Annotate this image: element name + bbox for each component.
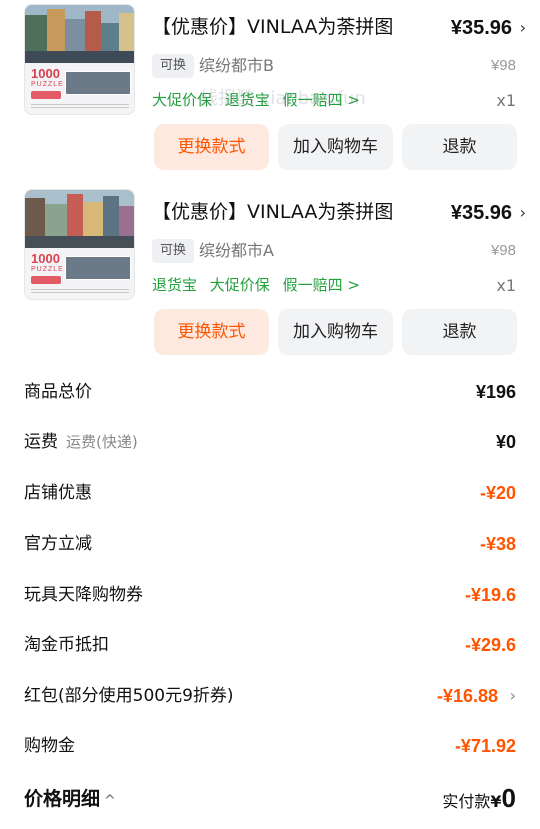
order-item-2: 1000 PUZZLE 【优惠价】VINLAA为荼拼图 ¥35.96 › 可换 … <box>0 185 540 370</box>
summary-row-official-discount: 官方立减 -¥38 <box>0 526 540 562</box>
original-price: ¥98 <box>490 57 516 74</box>
summary-row-shipping: 运费 运费(快递) ¥0 <box>0 424 540 460</box>
summary-row-toy-coupon: 玩具天降购物券 -¥19.6 <box>0 577 540 613</box>
refund-button[interactable]: 退款 <box>402 124 517 170</box>
refund-button[interactable]: 退款 <box>402 309 517 355</box>
thumb-count: 1000 <box>31 251 60 266</box>
summary-value: -¥29.6 <box>464 635 516 655</box>
product-thumbnail[interactable]: 1000 PUZZLE <box>24 4 135 115</box>
product-thumbnail[interactable]: 1000 PUZZLE <box>24 189 135 300</box>
summary-value: -¥19.6 <box>464 585 516 605</box>
summary-row-red-packet[interactable]: 红包(部分使用500元9折券) -¥16.88 › <box>0 678 540 714</box>
summary-value: -¥16.88 <box>436 686 498 706</box>
summary-row-shop-discount: 店铺优惠 -¥20 <box>0 475 540 511</box>
chevron-right-icon[interactable]: › <box>510 684 516 708</box>
product-title[interactable]: 【优惠价】VINLAA为荼拼图 <box>152 199 393 225</box>
summary-label: 玩具天降购物券 <box>24 585 143 605</box>
summary-label: 商品总价 <box>24 382 92 402</box>
thumb-tag <box>31 276 61 284</box>
change-style-button[interactable]: 更换款式 <box>154 309 269 355</box>
chevron-right-icon[interactable]: › <box>520 203 526 222</box>
actual-payment: 实付款¥0 <box>442 780 516 820</box>
thumb-strip <box>65 71 131 95</box>
service-tag: 大促价保 <box>209 276 270 294</box>
summary-value: -¥20 <box>479 483 516 503</box>
summary-value: ¥0 <box>495 432 516 452</box>
summary-value: ¥196 <box>475 382 516 402</box>
product-variant: 缤纷都市B <box>199 56 274 75</box>
thumb-strip <box>65 256 131 280</box>
quantity: x1 <box>496 276 516 295</box>
summary-row-taojinbi: 淘金币抵扣 -¥29.6 <box>0 627 540 663</box>
price-details-label: 价格明细 <box>24 788 101 810</box>
product-price: ¥35.96 <box>450 17 512 39</box>
product-title[interactable]: 【优惠价】VINLAA为荼拼图 <box>152 14 393 40</box>
service-tag: 退货宝 <box>152 276 198 294</box>
original-price: ¥98 <box>490 242 516 259</box>
product-price: ¥35.96 <box>450 202 512 224</box>
summary-label: 运费 <box>24 432 58 452</box>
thumb-puzzle-label: PUZZLE <box>31 81 64 88</box>
change-style-button[interactable]: 更换款式 <box>154 124 269 170</box>
thumb-puzzle-label: PUZZLE <box>31 266 64 273</box>
quantity: x1 <box>496 91 516 110</box>
thumb-tag <box>31 91 61 99</box>
thumb-info-bar <box>31 289 129 293</box>
cityscape-artwork <box>25 5 134 63</box>
summary-label: 红包(部分使用500元9折券) <box>24 686 234 706</box>
summary-label: 官方立减 <box>24 534 92 554</box>
chevron-up-icon: ^ <box>104 793 116 809</box>
thumb-info-bar <box>31 104 129 108</box>
summary-label: 淘金币抵扣 <box>24 635 109 655</box>
currency-symbol: ¥ <box>490 792 502 811</box>
service-tag: 假一赔四 > <box>282 276 360 294</box>
summary-value: -¥71.92 <box>454 736 516 756</box>
price-details-toggle[interactable]: 价格明细 ^ <box>24 784 116 816</box>
add-to-cart-button[interactable]: 加入购物车 <box>278 124 393 170</box>
service-tags[interactable]: 退货宝 大促价保 假一赔四 > <box>152 272 368 298</box>
swap-badge: 可换 <box>152 54 195 78</box>
actual-payment-amount: 0 <box>501 783 516 813</box>
add-to-cart-button[interactable]: 加入购物车 <box>278 309 393 355</box>
summary-label: 店铺优惠 <box>24 483 92 503</box>
summary-row-goods-total: 商品总价 ¥196 <box>0 374 540 410</box>
shipping-method: 运费(快递) <box>66 433 138 451</box>
summary-label-wrap: 运费 运费(快递) <box>24 428 138 456</box>
chevron-right-icon[interactable]: › <box>520 18 526 37</box>
cityscape-artwork <box>25 190 134 248</box>
product-variant: 缤纷都市A <box>199 241 274 260</box>
summary-value: -¥38 <box>479 534 516 554</box>
thumb-count: 1000 <box>31 66 60 81</box>
watermark: 线报酷 xianbao.fun <box>200 88 366 109</box>
summary-label: 购物金 <box>24 736 75 756</box>
summary-row-shopping-gold: 购物金 -¥71.92 <box>0 728 540 764</box>
swap-badge: 可换 <box>152 239 195 263</box>
actual-payment-label: 实付款 <box>442 792 491 811</box>
